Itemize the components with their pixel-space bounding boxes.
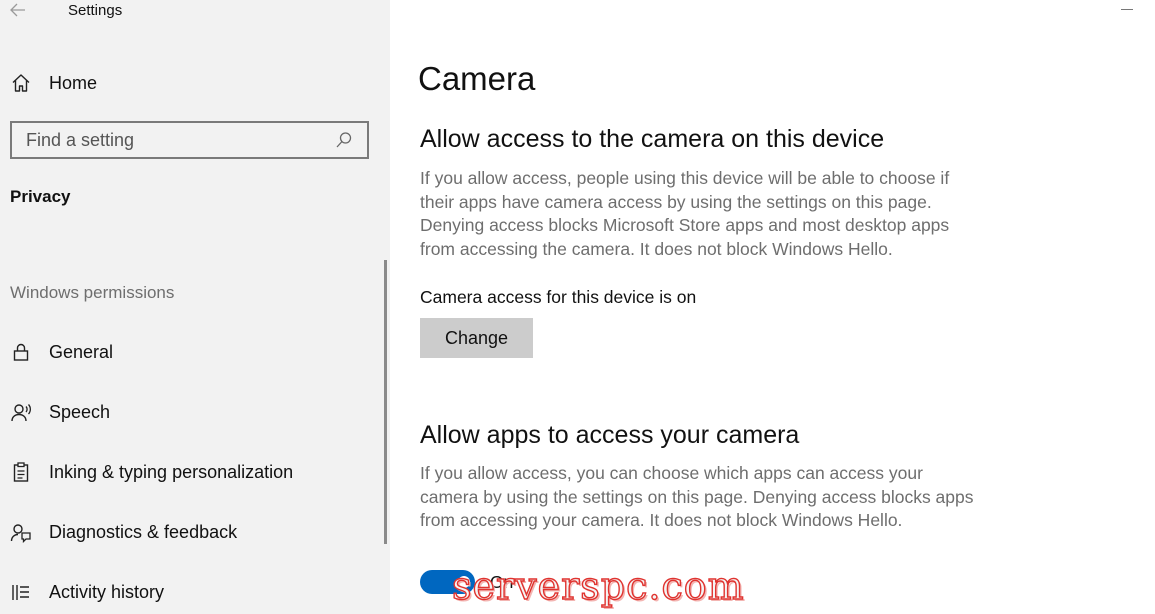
search-box[interactable] <box>10 121 369 159</box>
sidebar-item-label: Activity history <box>49 581 165 602</box>
apps-access-description: If you allow access, you can choose whic… <box>420 463 974 530</box>
minimize-button[interactable] <box>1121 9 1133 10</box>
sidebar-item-label: Home <box>49 72 98 93</box>
lock-icon <box>10 341 32 363</box>
change-button[interactable]: Change <box>420 318 533 358</box>
section-title: Privacy <box>10 187 71 206</box>
title-bar: Settings <box>0 0 390 24</box>
sidebar: Settings Home Privacy Windows permission… <box>0 0 390 614</box>
apps-access-heading: Allow apps to access your camera <box>420 421 800 449</box>
search-input[interactable] <box>26 129 335 151</box>
sidebar-item-activity-history[interactable]: Activity history <box>10 577 380 607</box>
sidebar-item-general[interactable]: General <box>10 337 380 367</box>
group-label: Windows permissions <box>10 283 175 302</box>
sidebar-item-diagnostics[interactable]: Diagnostics & feedback <box>10 517 380 547</box>
sidebar-item-home[interactable]: Home <box>10 68 380 98</box>
home-icon <box>10 72 32 94</box>
sidebar-scrollbar[interactable] <box>384 260 387 544</box>
feedback-icon <box>10 521 32 543</box>
back-arrow-icon[interactable] <box>8 0 30 20</box>
search-icon[interactable] <box>335 131 353 149</box>
watermark: serverspc.com <box>451 563 745 608</box>
sidebar-item-label: General <box>49 341 114 362</box>
activity-history-icon <box>10 581 32 603</box>
device-access-status: Camera access for this device is on <box>420 287 697 307</box>
speech-icon <box>10 401 32 423</box>
device-access-heading: Allow access to the camera on this devic… <box>420 125 885 153</box>
device-access-description: If you allow access, people using this d… <box>420 168 950 259</box>
sidebar-item-speech[interactable]: Speech <box>10 397 380 427</box>
sidebar-item-label: Inking & typing personalization <box>49 461 294 482</box>
sidebar-item-inking-typing[interactable]: Inking & typing personalization <box>10 457 380 487</box>
sidebar-item-label: Speech <box>49 401 111 422</box>
main-content: Camera Allow access to the camera on thi… <box>390 0 1155 614</box>
clipboard-icon <box>10 461 32 483</box>
app-title: Settings <box>68 2 123 19</box>
page-title: Camera <box>418 60 536 97</box>
sidebar-item-label: Diagnostics & feedback <box>49 521 238 542</box>
